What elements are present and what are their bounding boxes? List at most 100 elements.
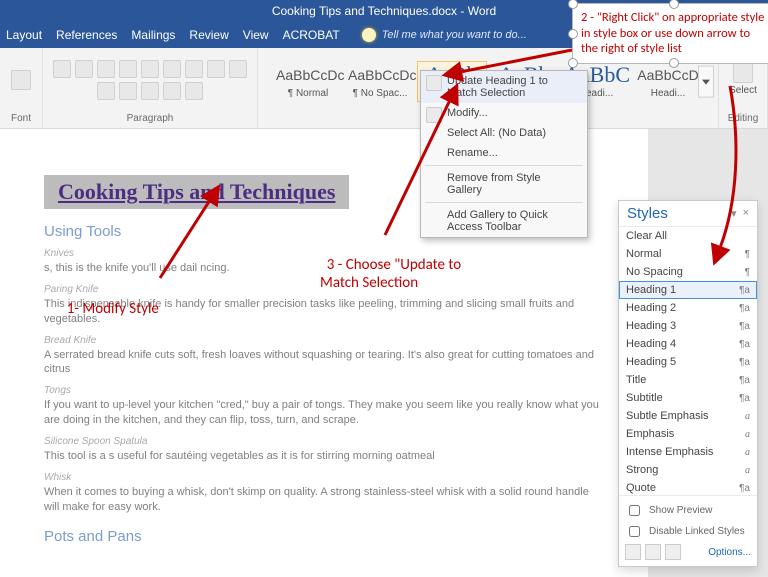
style-name: Subtitle xyxy=(626,392,663,404)
styles-pane-row[interactable]: No Spacing¶ xyxy=(619,263,757,281)
styles-pane-row[interactable]: Heading 1¶a xyxy=(619,281,757,299)
doc-body-text[interactable]: s, this is the knife you'll use dail nci… xyxy=(44,261,604,276)
doc-h3-whisk[interactable]: Whisk xyxy=(44,472,604,483)
tab-review[interactable]: Review xyxy=(189,28,228,42)
style-type-glyph: a xyxy=(745,447,750,458)
show-marks-icon[interactable] xyxy=(185,60,203,78)
menu-select-all[interactable]: Select All: (No Data) xyxy=(421,123,587,143)
style-type-glyph: a xyxy=(745,465,750,476)
find-icon[interactable] xyxy=(733,63,753,83)
style-type-glyph: ¶ xyxy=(745,249,750,260)
styles-pane-row[interactable]: Emphasisa xyxy=(619,425,757,443)
styles-options-link[interactable]: Options... xyxy=(708,547,751,558)
styles-pane-row[interactable]: Subtle Emphasisa xyxy=(619,407,757,425)
doc-title-heading[interactable]: Cooking Tips and Techniques xyxy=(44,175,349,209)
disable-linked-checkbox[interactable]: Disable Linked Styles xyxy=(625,523,751,540)
styles-pane-dropdown-icon[interactable]: ▾ xyxy=(731,207,737,220)
styles-pane-row[interactable]: Heading 3¶a xyxy=(619,317,757,335)
chevron-down-icon xyxy=(702,79,710,84)
ribbon-group-font: Font xyxy=(0,48,43,128)
borders-icon[interactable] xyxy=(185,82,203,100)
tab-view[interactable]: View xyxy=(243,28,269,42)
style-type-glyph: ¶a xyxy=(739,393,750,404)
style-swatch[interactable]: AaBbCcDc¶ Normal xyxy=(273,61,343,102)
shading-icon[interactable] xyxy=(163,82,181,100)
menu-label: Modify... xyxy=(447,107,488,119)
menu-modify[interactable]: Modify... xyxy=(421,103,587,123)
style-type-glyph: ¶a xyxy=(739,285,750,296)
tell-me-search[interactable]: Tell me what you want to do... xyxy=(362,28,527,42)
style-inspector-icon[interactable] xyxy=(645,544,661,560)
styles-pane-footer: Show Preview Disable Linked Styles Optio… xyxy=(619,495,757,566)
menu-label: Add Gallery to Quick Access Toolbar xyxy=(447,209,548,233)
numbering-icon[interactable] xyxy=(75,60,93,78)
checkbox-input[interactable] xyxy=(629,526,640,537)
styles-pane-row[interactable]: Subtitle ¶a xyxy=(619,389,757,407)
manage-styles-icon[interactable] xyxy=(665,544,681,560)
doc-h3-knives[interactable]: Knives xyxy=(44,248,604,259)
doc-body-text[interactable]: When it comes to buying a whisk, don't s… xyxy=(44,485,604,515)
menu-add-to-qat[interactable]: Add Gallery to Quick Access Toolbar xyxy=(421,205,587,237)
line-spacing-icon[interactable] xyxy=(141,82,159,100)
tab-acrobat[interactable]: ACROBAT xyxy=(283,28,340,42)
doc-body-text[interactable]: If you want to up-level your kitchen "cr… xyxy=(44,398,604,428)
menu-label: Update Heading 1 to Match Selection xyxy=(447,75,548,99)
style-name: Subtle Emphasis xyxy=(626,410,709,422)
show-preview-checkbox[interactable]: Show Preview xyxy=(625,502,751,519)
checkbox-label: Show Preview xyxy=(649,505,712,516)
doc-h3-bread[interactable]: Bread Knife xyxy=(44,335,604,346)
styles-pane-row[interactable]: Heading 2¶a xyxy=(619,299,757,317)
select-button[interactable]: Select xyxy=(729,85,757,96)
indent-inc-icon[interactable] xyxy=(141,60,159,78)
styles-pane-row[interactable]: Heading 5 ¶a xyxy=(619,353,757,371)
multilevel-icon[interactable] xyxy=(97,60,115,78)
styles-pane-row[interactable]: Title ¶a xyxy=(619,371,757,389)
style-type-glyph: ¶a xyxy=(739,375,750,386)
menu-separator xyxy=(425,165,583,166)
styles-pane-row[interactable]: Intense Emphasis a xyxy=(619,443,757,461)
style-name: Title xyxy=(626,374,646,386)
menu-label: Rename... xyxy=(447,147,498,159)
doc-body-text[interactable]: This indispensable knife is handy for sm… xyxy=(44,297,604,327)
sort-icon[interactable] xyxy=(163,60,181,78)
align-justify-icon[interactable] xyxy=(119,82,137,100)
styles-pane-row[interactable]: Quote¶a xyxy=(619,479,757,495)
doc-h3-paring[interactable]: Paring Knife xyxy=(44,284,604,295)
style-name: Emphasis xyxy=(626,428,674,440)
indent-dec-icon[interactable] xyxy=(119,60,137,78)
style-name: Intense Emphasis xyxy=(626,446,713,458)
tab-references[interactable]: References xyxy=(56,28,117,42)
doc-h3-tongs[interactable]: Tongs xyxy=(44,385,604,396)
doc-h2-pots[interactable]: Pots and Pans xyxy=(44,528,604,545)
menu-rename[interactable]: Rename... xyxy=(421,143,587,163)
styles-pane-row[interactable]: Heading 4¶a xyxy=(619,335,757,353)
style-swatch-name: ¶ No Spac... xyxy=(348,88,412,99)
checkbox-input[interactable] xyxy=(629,505,640,516)
annotation-text: 2 - "Right Click" on appropriate style i… xyxy=(581,10,764,56)
styles-pane-row[interactable]: Clear All xyxy=(619,227,757,245)
align-left-icon[interactable] xyxy=(207,60,225,78)
style-swatch[interactable]: AaBbCcDHeadi... xyxy=(633,61,703,102)
styles-pane-row[interactable]: Normal¶ xyxy=(619,245,757,263)
align-center-icon[interactable] xyxy=(229,60,247,78)
menu-label: Select All: (No Data) xyxy=(447,127,546,139)
style-type-glyph: ¶a xyxy=(739,357,750,368)
styles-gallery-more-button[interactable] xyxy=(698,66,714,98)
tab-layout[interactable]: Layout xyxy=(6,28,42,42)
styles-pane-close-icon[interactable]: × xyxy=(743,207,749,220)
bullets-icon[interactable] xyxy=(53,60,71,78)
doc-body-text[interactable]: A serrated bread knife cuts soft, fresh … xyxy=(44,348,604,378)
doc-body-text[interactable]: This tool is a s useful for sautéing veg… xyxy=(44,449,604,464)
style-name: Heading 3 xyxy=(626,320,676,332)
font-tool-icon[interactable] xyxy=(11,70,31,90)
menu-remove-from-gallery[interactable]: Remove from Style Gallery xyxy=(421,168,587,200)
tab-mailings[interactable]: Mailings xyxy=(131,28,175,42)
style-name: Heading 5 xyxy=(626,356,676,368)
menu-update-to-match[interactable]: Update Heading 1 to Match Selection xyxy=(421,71,587,103)
doc-h3-spatula[interactable]: Silicone Spoon Spatula xyxy=(44,436,604,447)
menu-separator xyxy=(425,202,583,203)
new-style-icon[interactable] xyxy=(625,544,641,560)
style-swatch[interactable]: AaBbCcDc¶ No Spac... xyxy=(345,61,415,102)
styles-pane-row[interactable]: Stronga xyxy=(619,461,757,479)
align-right-icon[interactable] xyxy=(97,82,115,100)
